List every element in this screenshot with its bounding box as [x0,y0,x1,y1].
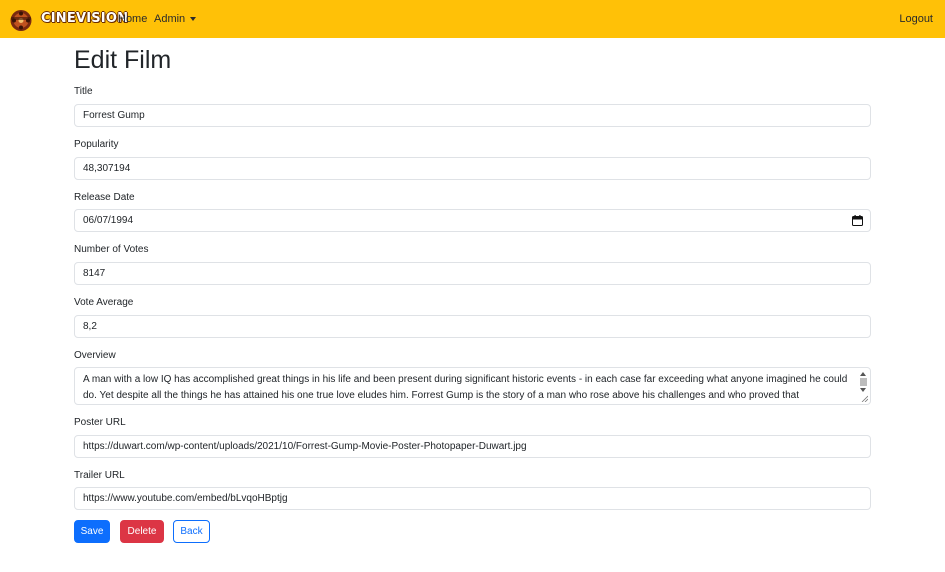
nav-logout-link[interactable]: Logout [899,13,933,25]
scrollbar-thumb[interactable] [860,378,867,386]
trailer-url-label: Trailer URL [74,470,125,481]
top-navbar: CINEVISION Home Admin Logout [0,0,945,38]
poster-url-input[interactable]: https://duwart.com/wp-content/uploads/20… [74,435,871,458]
overview-label: Overview [74,350,116,361]
overview-text: A man with a low IQ has accomplished gre… [83,374,848,401]
scroll-down-arrow-icon[interactable] [860,388,866,392]
poster-url-label: Poster URL [74,417,126,428]
vote-average-input[interactable]: 8,2 [74,315,871,338]
brand-name[interactable]: CINEVISION [41,11,128,26]
title-input[interactable]: Forrest Gump [74,104,871,127]
nav-home-link[interactable]: Home [118,13,147,25]
vote-average-label: Vote Average [74,297,134,308]
votes-input[interactable]: 8147 [74,262,871,285]
trailer-url-input[interactable]: https://www.youtube.com/embed/bLvqoHBptj… [74,487,871,510]
release-date-label: Release Date [74,192,135,203]
film-reel-mascot-icon[interactable] [8,8,34,32]
delete-button[interactable]: Delete [120,520,164,543]
nav-admin-label: Admin [154,13,186,25]
title-label: Title [74,86,93,97]
calendar-icon[interactable] [852,215,863,226]
chevron-down-icon [190,16,197,21]
popularity-label: Popularity [74,139,119,150]
scroll-up-arrow-icon[interactable] [860,372,866,376]
resize-grip-icon[interactable] [861,395,868,402]
overview-textarea[interactable]: A man with a low IQ has accomplished gre… [74,367,871,405]
popularity-input[interactable]: 48,307194 [74,157,871,180]
release-date-value: 06/07/1994 [83,215,134,226]
release-date-input[interactable]: 06/07/1994 [74,209,871,232]
page-title: Edit Film [74,46,172,74]
votes-label: Number of Votes [74,244,149,255]
save-button[interactable]: Save [74,520,110,543]
back-button[interactable]: Back [173,520,210,543]
nav-admin-dropdown[interactable]: Admin [154,13,197,25]
